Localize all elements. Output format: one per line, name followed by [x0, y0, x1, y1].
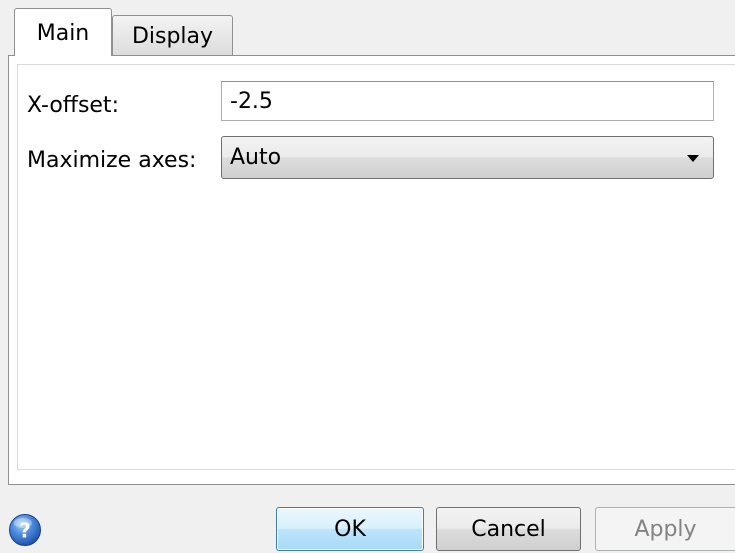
ok-button[interactable]: OK — [276, 507, 424, 551]
maximize-axes-dropdown[interactable]: Auto — [221, 136, 714, 179]
tab-main-label: Main — [36, 21, 90, 46]
svg-text:?: ? — [19, 519, 31, 543]
tab-display-label: Display — [131, 24, 214, 49]
xoffset-input[interactable] — [221, 81, 714, 121]
parameter-group — [17, 64, 735, 470]
tab-display[interactable]: Display — [112, 15, 233, 56]
help-icon[interactable]: ? — [8, 513, 42, 547]
maximize-axes-value: Auto — [230, 145, 282, 170]
maximize-axes-label: Maximize axes: — [27, 148, 197, 173]
xoffset-label: X-offset: — [27, 93, 119, 118]
cancel-button[interactable]: Cancel — [436, 507, 581, 551]
chevron-down-icon — [687, 155, 699, 162]
tab-main[interactable]: Main — [14, 8, 112, 56]
apply-button[interactable]: Apply — [595, 507, 735, 551]
